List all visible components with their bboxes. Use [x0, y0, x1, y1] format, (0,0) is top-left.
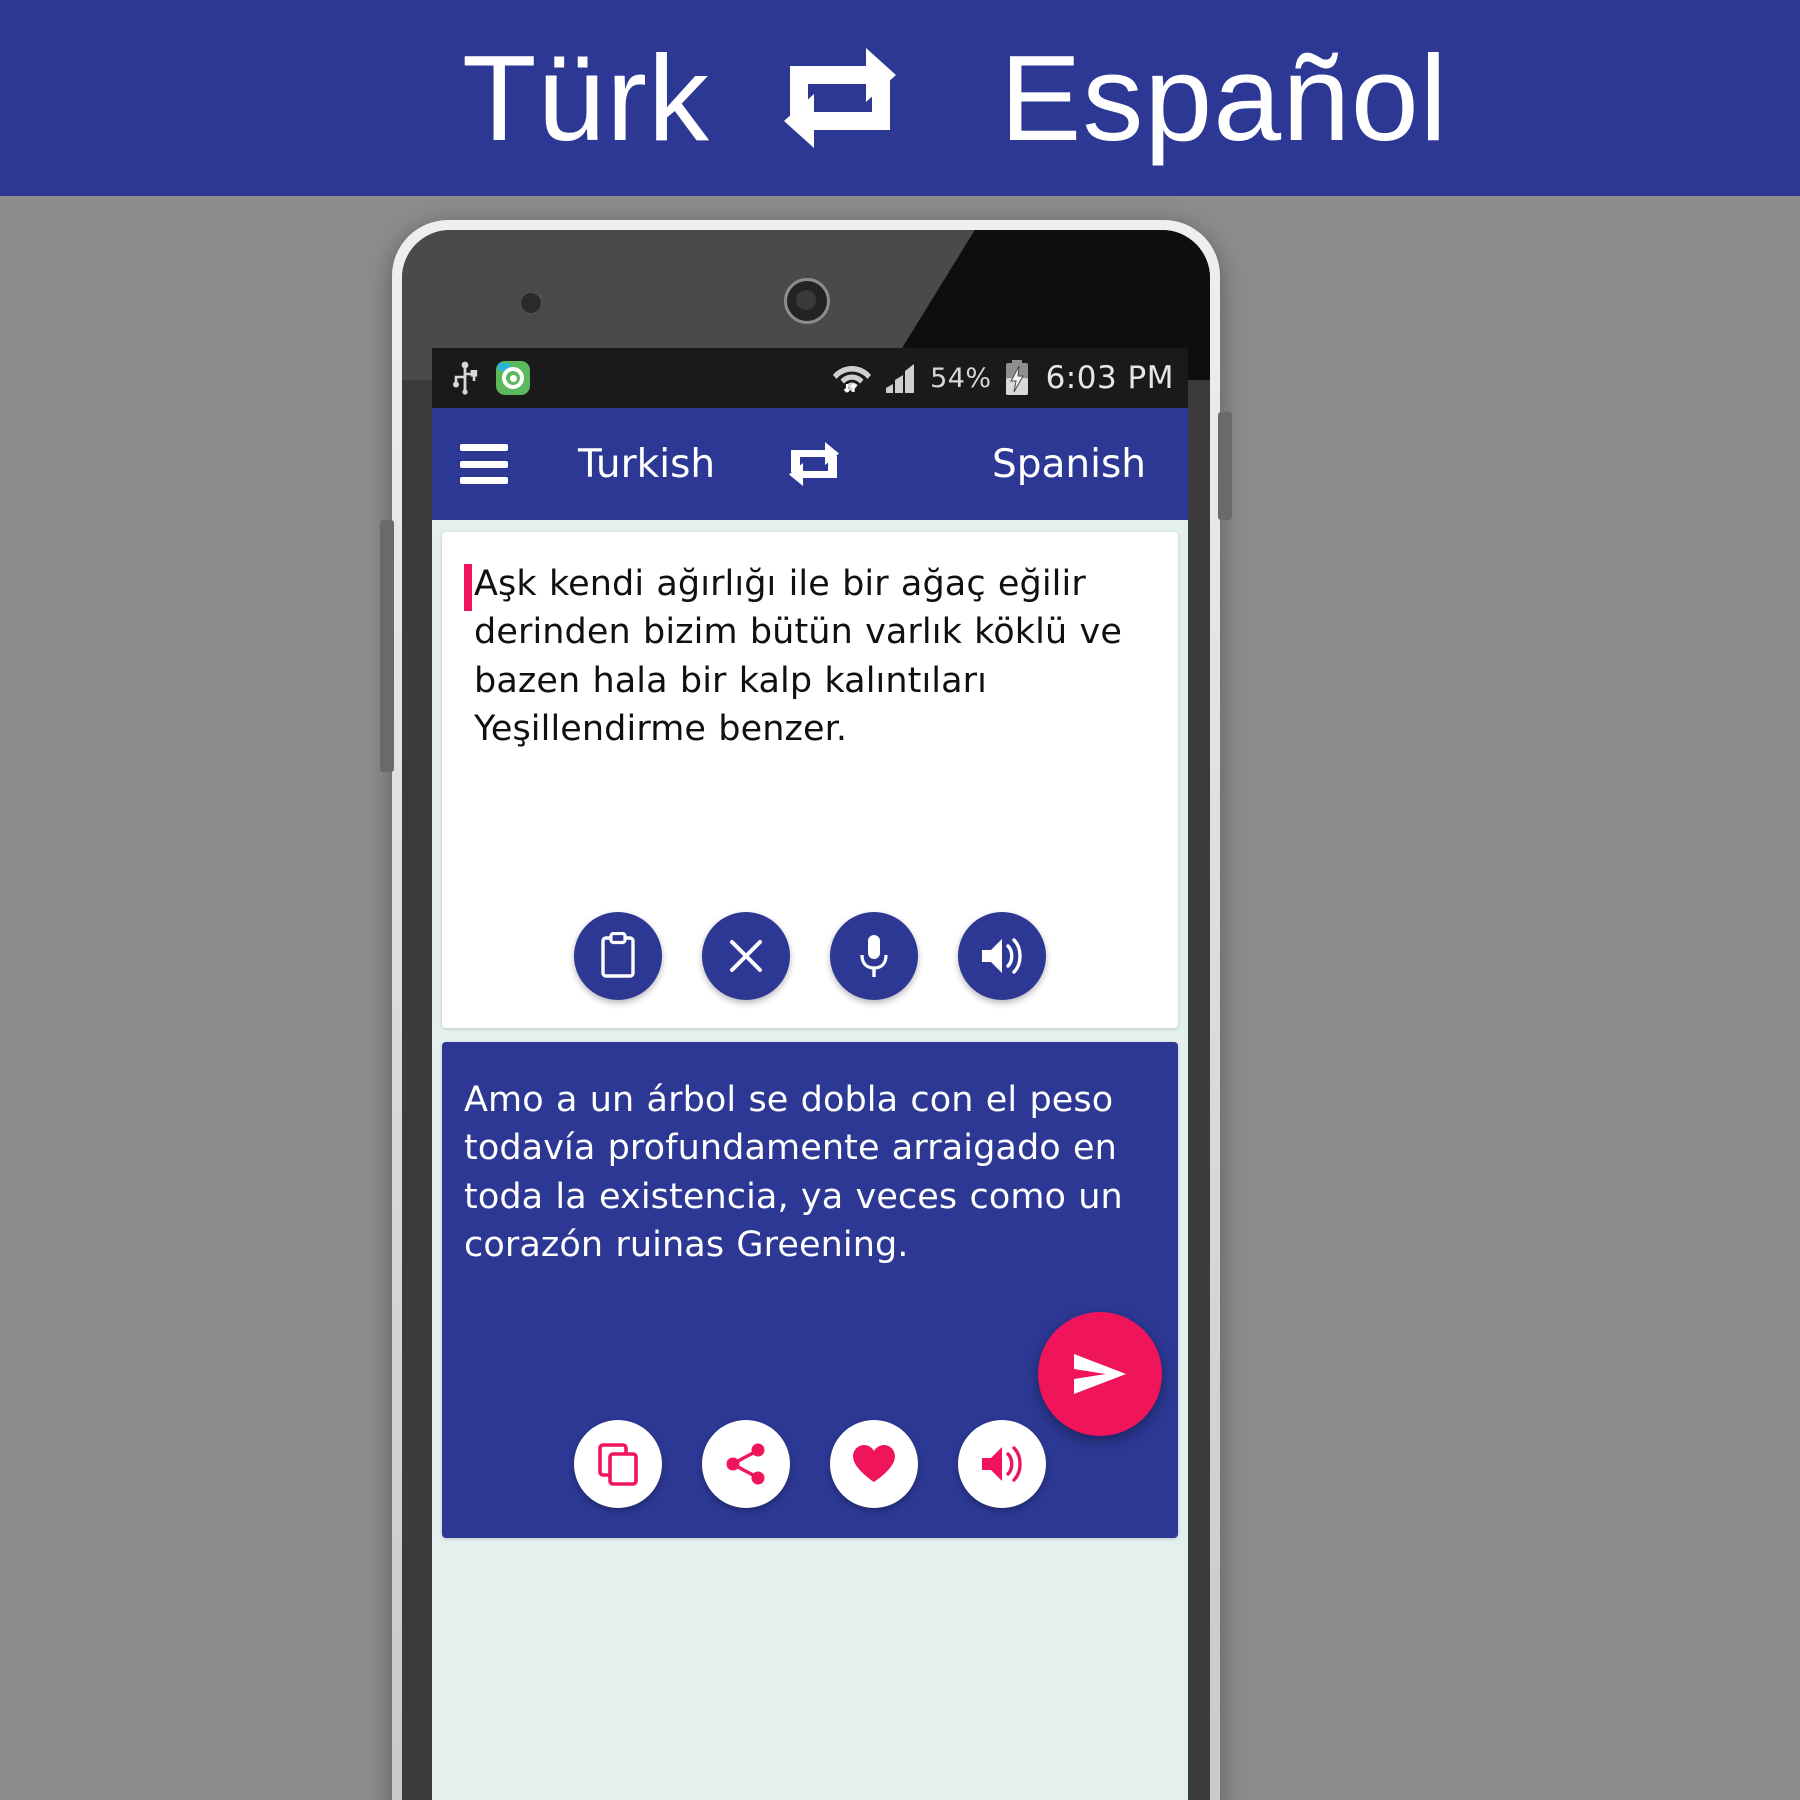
speak-source-button[interactable]	[958, 912, 1046, 1000]
hamburger-menu-icon[interactable]	[460, 444, 508, 484]
phone-screen: 54% 6:03 PM Turkish Spanish Aşk kendi ağ…	[432, 348, 1188, 1800]
microphone-icon	[856, 932, 892, 980]
source-language-selector[interactable]: Turkish	[578, 442, 715, 487]
front-camera-icon	[520, 292, 542, 314]
swap-arrows-icon	[770, 33, 910, 163]
clear-button[interactable]	[702, 912, 790, 1000]
source-text: Aşk kendi ağırlığı ile bir ağaç eğilir d…	[474, 564, 1122, 749]
app-toolbar: Turkish Spanish	[432, 408, 1188, 520]
clock-label: 6:03 PM	[1045, 360, 1174, 396]
heart-icon	[851, 1443, 897, 1485]
speak-target-button[interactable]	[958, 1420, 1046, 1508]
usb-icon	[452, 361, 478, 395]
share-icon	[724, 1442, 768, 1486]
voice-input-button[interactable]	[830, 912, 918, 1000]
source-action-buttons	[442, 912, 1178, 1000]
swap-languages-icon[interactable]	[787, 439, 841, 489]
copy-icon	[596, 1441, 640, 1487]
cellular-signal-icon	[884, 362, 918, 394]
favorite-button[interactable]	[830, 1420, 918, 1508]
status-bar: 54% 6:03 PM	[432, 348, 1188, 408]
source-text-area[interactable]: Aşk kendi ağırlığı ile bir ağaç eğilir d…	[464, 560, 1156, 753]
battery-percent-label: 54%	[930, 362, 992, 394]
target-language-selector[interactable]: Spanish	[992, 442, 1146, 487]
target-text-card[interactable]: Amo a un árbol se dobla con el peso toda…	[442, 1042, 1178, 1538]
copy-button[interactable]	[574, 1420, 662, 1508]
target-action-buttons	[442, 1420, 1178, 1508]
source-text-card[interactable]: Aşk kendi ağırlığı ile bir ağaç eğilir d…	[442, 532, 1178, 1028]
wifi-with-data-arrows-icon	[832, 360, 872, 396]
target-text: Amo a un árbol se dobla con el peso toda…	[464, 1080, 1123, 1265]
speaker-icon	[979, 935, 1025, 977]
earpiece-speaker	[784, 278, 830, 324]
battery-charging-icon	[1004, 360, 1030, 396]
paste-button[interactable]	[574, 912, 662, 1000]
promo-source-language: Türk	[462, 30, 710, 166]
power-button[interactable]	[1218, 412, 1232, 520]
speaker-icon	[979, 1443, 1025, 1485]
text-caret	[464, 564, 472, 611]
volume-button[interactable]	[380, 520, 394, 772]
green-app-notification-icon	[496, 361, 530, 395]
share-button[interactable]	[702, 1420, 790, 1508]
promo-target-language: Español	[1000, 30, 1448, 166]
clipboard-icon	[597, 932, 639, 980]
close-x-icon	[726, 936, 766, 976]
promo-banner: Türk Español	[0, 0, 1800, 196]
send-paper-plane-icon	[1070, 1346, 1130, 1402]
translator-content: Aşk kendi ağırlığı ile bir ağaç eğilir d…	[432, 520, 1188, 1800]
translate-send-button[interactable]	[1038, 1312, 1162, 1436]
